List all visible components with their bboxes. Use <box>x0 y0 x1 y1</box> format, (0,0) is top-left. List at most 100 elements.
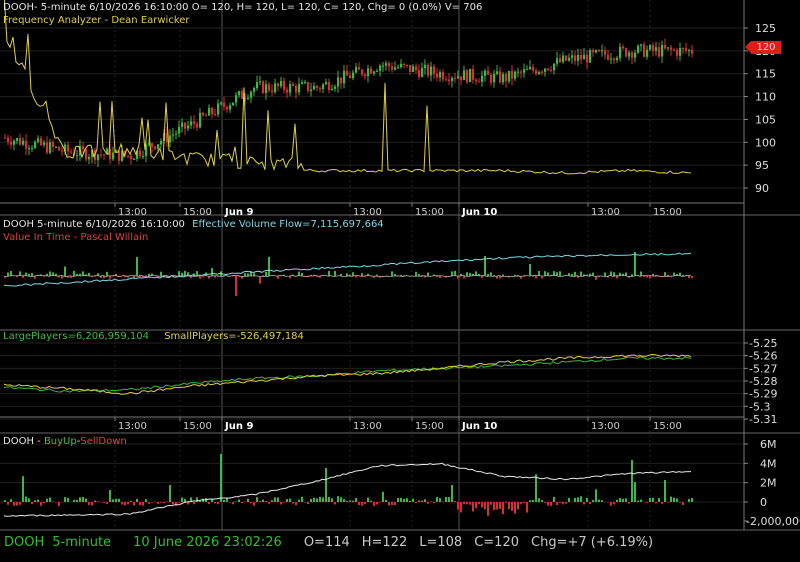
buyup-bar <box>319 496 321 502</box>
buyup-bar <box>193 502 195 505</box>
candle-body <box>634 52 637 58</box>
buyup-bar <box>142 502 144 506</box>
time-tick-label: Jun 9 <box>224 421 253 432</box>
candle-body <box>394 67 397 70</box>
candle-body <box>466 70 469 83</box>
buyup-bar <box>247 498 249 502</box>
buyup-bar <box>490 502 492 505</box>
candle-body <box>652 45 655 51</box>
candle-body <box>208 107 211 116</box>
candle-body <box>493 73 496 83</box>
candle-body <box>481 75 484 82</box>
volume-flow-bar <box>664 272 666 276</box>
buyup-bar <box>10 499 12 502</box>
buyup-bar <box>349 500 351 502</box>
buyup-bar <box>76 499 78 502</box>
candle-body <box>628 52 631 57</box>
volume-flow-bar <box>643 276 645 277</box>
candle-body <box>598 50 601 52</box>
candle-body <box>286 89 289 93</box>
candle-body <box>517 71 520 73</box>
buyup-bar <box>418 500 420 502</box>
volume-flow-bar <box>529 263 531 276</box>
buyup-bar <box>322 497 324 502</box>
candle-body <box>661 44 664 57</box>
buyup-bar <box>307 502 309 505</box>
volume-flow-bar <box>49 271 51 276</box>
y-tick-label: 110 <box>755 91 776 104</box>
candle-body <box>646 49 649 57</box>
candle-body <box>574 55 577 61</box>
y-tick-label: -5.31 <box>749 413 777 426</box>
candle-body <box>19 138 22 145</box>
candle-body <box>331 88 334 90</box>
candle-body <box>619 46 622 58</box>
buyup-bar <box>670 496 672 502</box>
volume-flow-bar <box>355 276 357 278</box>
candle-body <box>16 138 19 141</box>
volume-flow-bar <box>136 256 138 276</box>
buyup-bar <box>601 500 603 502</box>
volume-flow-bar <box>106 271 108 276</box>
candle-body <box>583 54 586 60</box>
candle-body <box>604 50 607 55</box>
candle-body <box>220 102 223 104</box>
candle-body <box>358 67 361 70</box>
candle-body <box>412 66 415 72</box>
candle-body <box>310 89 313 91</box>
candle-body <box>196 123 199 128</box>
candle-body <box>295 85 298 93</box>
candle-body <box>526 69 529 71</box>
buyup-bar <box>472 502 474 512</box>
candle-body <box>43 142 46 145</box>
candle-body <box>289 84 292 93</box>
volume-flow-bar <box>541 276 543 279</box>
candle-body <box>670 47 673 50</box>
buyup-bar <box>22 476 24 502</box>
buyup-bar <box>7 502 9 505</box>
volume-flow-bar <box>259 276 261 284</box>
buyup-bar <box>148 502 150 504</box>
candle-body <box>571 55 574 58</box>
buyup-bar <box>565 502 567 504</box>
candle-body <box>451 77 454 82</box>
buyup-selldown-title: DOOH - BuyUp-SellDown <box>3 436 127 448</box>
buyup-bar <box>178 502 180 503</box>
candle-body <box>298 83 301 93</box>
buyup-bar <box>91 502 93 506</box>
buyup-bar <box>262 499 264 502</box>
buyup-bar <box>217 502 219 505</box>
volume-flow-bar <box>571 273 573 276</box>
buyup-bar <box>505 502 507 503</box>
volume-flow-bar <box>235 276 237 296</box>
candle-body <box>403 63 406 65</box>
candle-body <box>7 137 10 142</box>
candle-body <box>496 71 499 74</box>
buyup-bar <box>466 502 468 505</box>
candle-body <box>13 140 16 145</box>
candle-body <box>427 64 430 76</box>
buyup-bar <box>463 502 465 505</box>
y-tick-label: -5.26 <box>749 350 777 363</box>
volume-flow-bar <box>436 276 438 278</box>
status-high: H=122 <box>361 535 408 550</box>
candle-body <box>364 74 367 77</box>
volume-flow-bar <box>574 271 576 276</box>
volume-flow-bar <box>667 274 669 276</box>
buyup-bar <box>631 460 633 502</box>
volume-flow-bar <box>247 273 249 276</box>
buyup-bar <box>448 497 450 502</box>
buyup-bar <box>424 499 426 502</box>
candle-body <box>256 82 259 89</box>
candle-body <box>691 49 694 54</box>
candle-body <box>346 70 349 76</box>
volume-flow-bar <box>532 276 534 277</box>
buyup-bar <box>169 485 171 502</box>
buyup-bar <box>115 498 117 502</box>
candle-body <box>613 58 616 60</box>
candle-body <box>682 47 685 49</box>
candle-body <box>46 142 49 153</box>
buyup-bar <box>541 500 543 502</box>
y-tick-label: -5.3 <box>749 400 770 413</box>
volume-flow-bar <box>268 256 270 276</box>
